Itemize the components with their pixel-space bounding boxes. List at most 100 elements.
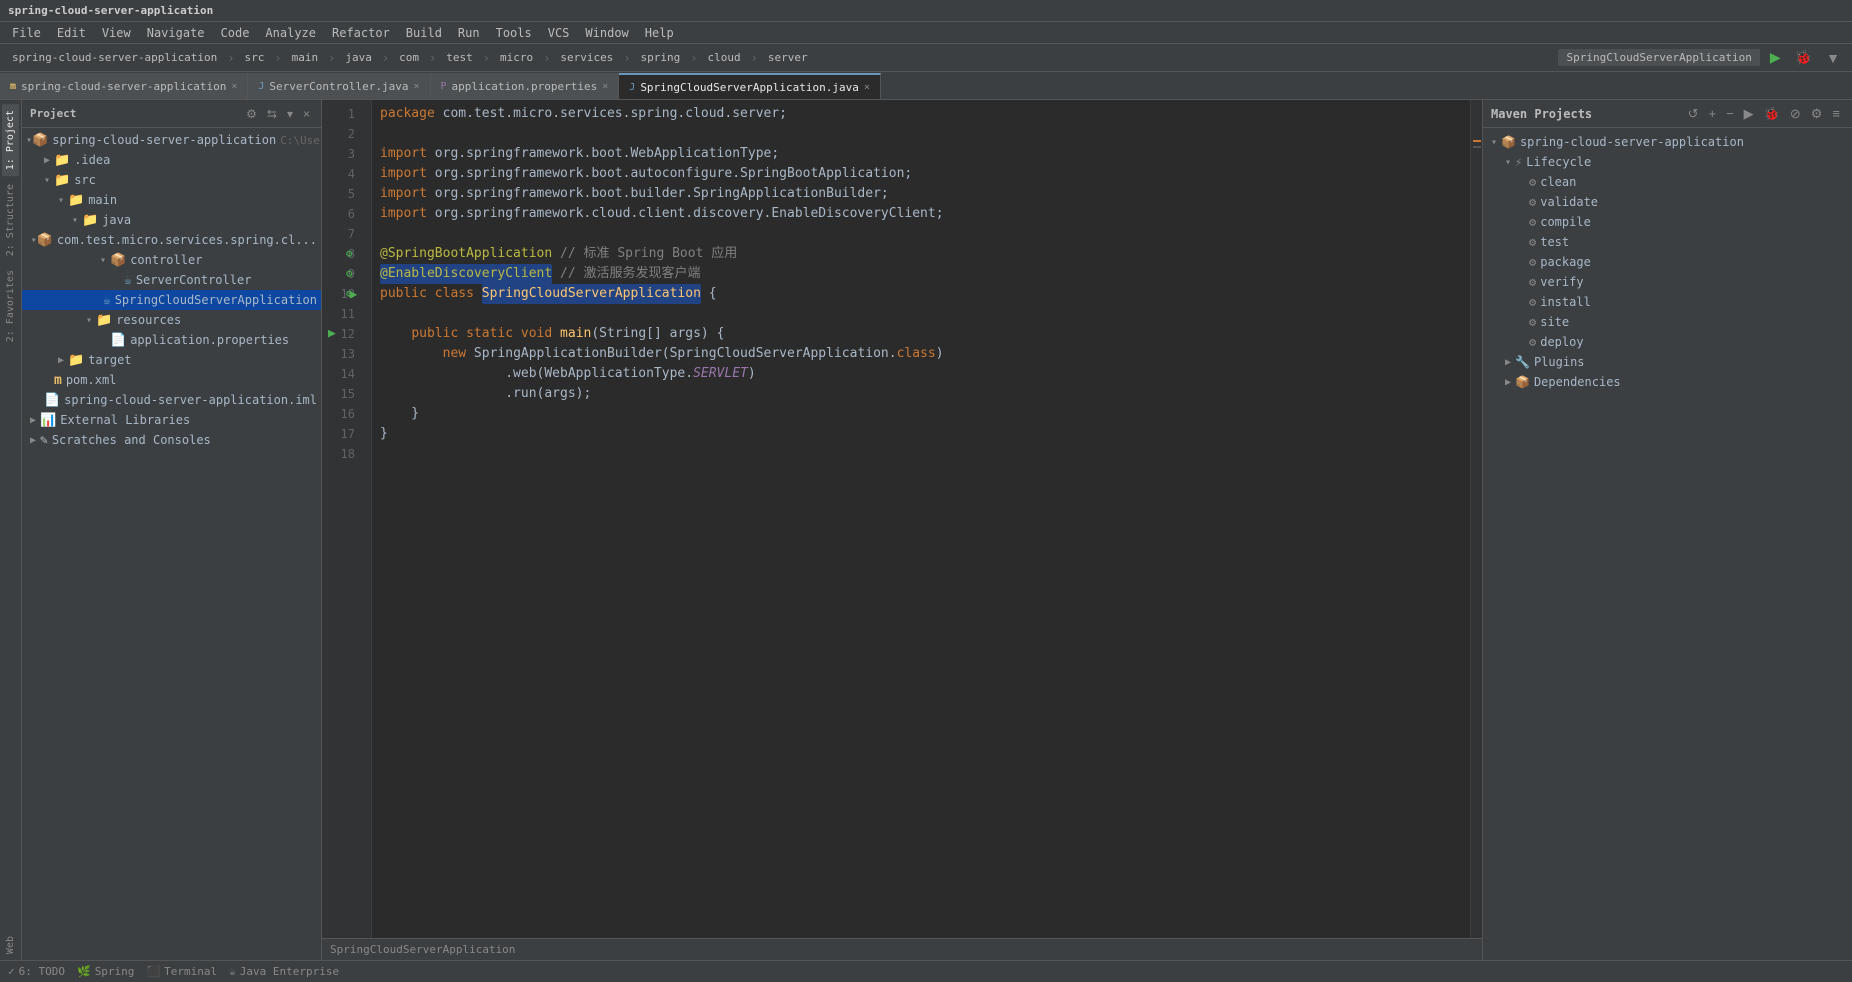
tree-item-package[interactable]: ▾ 📦 com.test.micro.services.spring.cl...: [22, 230, 321, 250]
run-button[interactable]: ▶: [1766, 47, 1785, 68]
breadcrumb-project[interactable]: spring-cloud-server-application: [8, 49, 221, 66]
tree-item-java[interactable]: ▾ 📁 java: [22, 210, 321, 230]
tree-item-target[interactable]: ▶ 📁 target: [22, 350, 321, 370]
run-config-name[interactable]: SpringCloudServerApplication: [1558, 49, 1759, 66]
tab-main-class-close[interactable]: ×: [864, 82, 870, 93]
maven-site[interactable]: ▶ ⚙ site: [1483, 312, 1852, 332]
panel-sync-btn[interactable]: ⇆: [264, 106, 280, 122]
maven-skip-btn[interactable]: ⊘: [1786, 104, 1805, 124]
panel-settings-btn[interactable]: ⚙: [243, 106, 260, 122]
menu-view[interactable]: View: [94, 24, 139, 42]
side-tab-structure[interactable]: 2: Structure: [2, 178, 19, 262]
menu-run[interactable]: Run: [450, 24, 488, 42]
maven-package[interactable]: ▶ ⚙ package: [1483, 252, 1852, 272]
tab-servercontroller[interactable]: J ServerController.java ×: [248, 73, 430, 99]
menu-file[interactable]: File: [4, 24, 49, 42]
side-tab-project[interactable]: 1: Project: [2, 104, 19, 176]
breadcrumb-server[interactable]: server: [764, 49, 812, 66]
menu-build[interactable]: Build: [398, 24, 450, 42]
status-java-enterprise[interactable]: ☕ Java Enterprise: [229, 965, 339, 978]
maven-project-root[interactable]: ▾ 📦 spring-cloud-server-application: [1483, 132, 1852, 152]
status-terminal[interactable]: ⬛ Terminal: [146, 965, 217, 978]
breadcrumb-services[interactable]: services: [556, 49, 617, 66]
folder-icon-java: 📁: [82, 213, 98, 228]
tree-item-iml[interactable]: ▶ 📄 spring-cloud-server-application.iml: [22, 390, 321, 410]
tab-appprops[interactable]: P application.properties ×: [431, 73, 620, 99]
maven-settings-btn[interactable]: ⚙: [1807, 104, 1827, 124]
status-todo[interactable]: ✓ 6: TODO: [8, 965, 65, 978]
tab-appprops-close[interactable]: ×: [602, 81, 608, 92]
maven-run-btn[interactable]: ▶: [1740, 104, 1758, 124]
tree-item-servercontroller[interactable]: ▶ ☕ ServerController: [22, 270, 321, 290]
breadcrumb-src[interactable]: src: [241, 49, 269, 66]
tree-item-src[interactable]: ▾ 📁 src: [22, 170, 321, 190]
maven-install[interactable]: ▶ ⚙ install: [1483, 292, 1852, 312]
tree-item-main[interactable]: ▾ 📁 main: [22, 190, 321, 210]
breadcrumb-com[interactable]: com: [395, 49, 423, 66]
breadcrumb-micro[interactable]: micro: [496, 49, 537, 66]
menu-window[interactable]: Window: [577, 24, 636, 42]
line-num-16: 16: [322, 404, 363, 424]
maven-plus-btn[interactable]: +: [1704, 104, 1720, 124]
maven-plugins[interactable]: ▶ 🔧 Plugins: [1483, 352, 1852, 372]
menu-edit[interactable]: Edit: [49, 24, 94, 42]
maven-collapse-btn[interactable]: ≡: [1828, 104, 1844, 124]
code-line-15: .run(args);: [380, 384, 1462, 404]
debug-button[interactable]: 🐞: [1791, 47, 1816, 68]
code-editor[interactable]: 1 2 3 4 5 6 7 ⚙ 8 ⚙ 9 ⚙ ▶ 10: [322, 100, 1482, 938]
breadcrumb-java[interactable]: java: [341, 49, 376, 66]
maven-refresh-btn[interactable]: ↺: [1684, 104, 1703, 124]
tree-item-extlibs[interactable]: ▶ 📊 External Libraries: [22, 410, 321, 430]
maven-validate[interactable]: ▶ ⚙ validate: [1483, 192, 1852, 212]
code-content[interactable]: package com.test.micro.services.spring.c…: [372, 100, 1470, 938]
panel-close-btn[interactable]: ×: [300, 106, 313, 122]
breadcrumb-spring[interactable]: spring: [637, 49, 685, 66]
side-tab-favorites[interactable]: 2: Favorites: [2, 264, 19, 348]
maven-dependencies[interactable]: ▶ 📦 Dependencies: [1483, 372, 1852, 392]
tree-label-idea: .idea: [74, 153, 110, 167]
panel-collapse-btn[interactable]: ▾: [284, 106, 296, 122]
maven-lifecycle[interactable]: ▾ ⚡ Lifecycle: [1483, 152, 1852, 172]
tree-item-pom[interactable]: ▶ m pom.xml: [22, 370, 321, 390]
bookmark-8: ⚙: [346, 244, 353, 264]
maven-compile[interactable]: ▶ ⚙ compile: [1483, 212, 1852, 232]
menu-tools[interactable]: Tools: [488, 24, 540, 42]
menu-analyze[interactable]: Analyze: [257, 24, 324, 42]
tab-pom-close[interactable]: ×: [231, 81, 237, 92]
scroll-indicator[interactable]: [1470, 100, 1482, 938]
menu-bar: File Edit View Navigate Code Analyze Ref…: [0, 22, 1852, 44]
maven-install-label: install: [1540, 295, 1591, 309]
maven-clean[interactable]: ▶ ⚙ clean: [1483, 172, 1852, 192]
side-tab-web[interactable]: Web: [2, 930, 19, 960]
menu-help[interactable]: Help: [637, 24, 682, 42]
tree-item-resources[interactable]: ▾ 📁 resources: [22, 310, 321, 330]
menu-refactor[interactable]: Refactor: [324, 24, 398, 42]
tab-servercontroller-close[interactable]: ×: [413, 81, 419, 92]
code-line-1: package com.test.micro.services.spring.c…: [380, 104, 1462, 124]
more-run-button[interactable]: ▼: [1822, 48, 1844, 68]
status-spring[interactable]: 🌿 Spring: [77, 965, 134, 978]
tree-item-scratches[interactable]: ▶ ✎ Scratches and Consoles: [22, 430, 321, 450]
breadcrumb-cloud[interactable]: cloud: [704, 49, 745, 66]
maven-test[interactable]: ▶ ⚙ test: [1483, 232, 1852, 252]
tab-main-class[interactable]: J SpringCloudServerApplication.java ×: [619, 73, 881, 99]
maven-debug-btn[interactable]: 🐞: [1760, 104, 1784, 124]
menu-navigate[interactable]: Navigate: [139, 24, 213, 42]
menu-vcs[interactable]: VCS: [540, 24, 578, 42]
maven-deps-arrow: ▶: [1501, 377, 1515, 388]
tree-item-appprops[interactable]: ▶ 📄 application.properties: [22, 330, 321, 350]
line-num-7: 7: [322, 224, 363, 244]
menu-code[interactable]: Code: [213, 24, 258, 42]
maven-minus-btn[interactable]: −: [1722, 104, 1738, 124]
breadcrumb-main[interactable]: main: [288, 49, 323, 66]
run-marker-10: ▶: [350, 284, 357, 304]
maven-deploy[interactable]: ▶ ⚙ deploy: [1483, 332, 1852, 352]
tree-item-controller[interactable]: ▾ 📦 controller: [22, 250, 321, 270]
maven-verify[interactable]: ▶ ⚙ verify: [1483, 272, 1852, 292]
line-num-9: ⚙ 9: [322, 264, 363, 284]
breadcrumb-test[interactable]: test: [442, 49, 477, 66]
tree-item-root[interactable]: ▾ 📦 spring-cloud-server-application C:\U…: [22, 130, 321, 150]
tree-item-idea[interactable]: ▶ 📁 .idea: [22, 150, 321, 170]
tab-pom[interactable]: m spring-cloud-server-application ×: [0, 73, 248, 99]
tree-item-main-class[interactable]: ▶ ☕ SpringCloudServerApplication: [22, 290, 321, 310]
